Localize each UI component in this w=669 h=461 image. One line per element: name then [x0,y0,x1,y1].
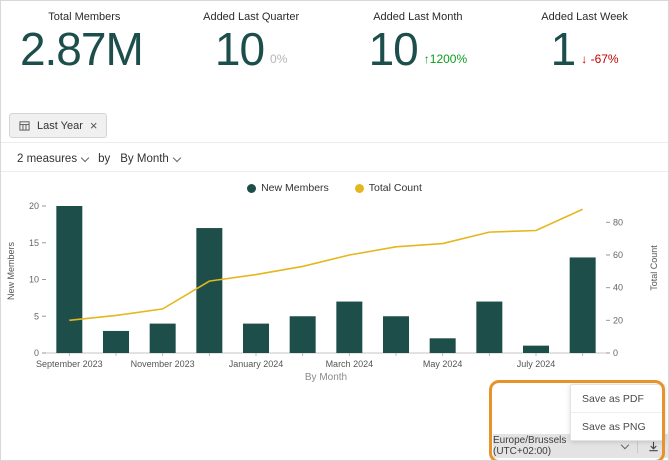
legend-item-total-count[interactable]: Total Count [355,182,422,194]
legend-label: New Members [261,182,329,194]
svg-text:5: 5 [34,311,39,321]
kpi-label: Added Last Week [541,11,628,23]
svg-text:May 2024: May 2024 [423,359,463,369]
chevron-down-icon [621,440,629,448]
legend-dot [355,184,364,193]
bar[interactable] [243,324,269,353]
by-label: by [98,153,110,165]
kpi-change: ↓ -67% [581,52,618,66]
svg-text:0: 0 [613,348,618,358]
bar[interactable] [523,346,549,353]
bar[interactable] [430,338,456,353]
svg-text:November 2023: November 2023 [131,359,195,369]
bar[interactable] [570,257,596,353]
measures-dropdown[interactable]: 2 measures [17,153,88,165]
chevron-down-icon [173,153,181,161]
dashboard: Total Members 2.87M Added Last Quarter 1… [0,0,669,461]
kpi-label: Total Members [48,11,120,23]
kpi-value: 10 [215,23,264,76]
kpi-added-last-quarter: Added Last Quarter 10 0% [168,1,335,105]
svg-text:80: 80 [613,217,623,227]
kpi-change: ↑1200% [424,52,467,66]
bar[interactable] [56,206,82,353]
combo-chart[interactable]: 0 5 10 15 20 0 20 40 60 80 September 2023 November … [1,198,669,393]
legend-item-new-members[interactable]: New Members [247,182,329,194]
kpi-added-last-month: Added Last Month 10 ↑1200% [335,1,502,105]
filter-chip-last-year[interactable]: Last Year × [9,113,107,138]
divider [637,439,638,453]
svg-text:40: 40 [613,283,623,293]
export-menu: Save as PDF Save as PNG [570,384,665,441]
kpi-total-members: Total Members 2.87M [1,1,168,105]
kpi-added-last-week: Added Last Week 1 ↓ -67% [501,1,668,105]
kpi-label: Added Last Quarter [203,11,299,23]
menu-item-save-as-pdf[interactable]: Save as PDF [571,385,664,412]
divider [1,171,668,172]
kpi-row: Total Members 2.87M Added Last Quarter 1… [1,1,668,105]
bar[interactable] [150,324,176,353]
svg-text:January 2024: January 2024 [229,359,284,369]
legend-dot [247,184,256,193]
kpi-value: 1 [551,23,576,76]
close-icon[interactable]: × [90,119,98,132]
bar[interactable] [290,316,316,353]
svg-text:60: 60 [613,250,623,260]
svg-text:September 2023: September 2023 [36,359,103,369]
download-button[interactable] [647,440,660,453]
svg-text:10: 10 [29,275,39,285]
svg-text:March 2024: March 2024 [326,359,374,369]
divider [1,142,668,143]
svg-text:15: 15 [29,238,39,248]
menu-item-save-as-png[interactable]: Save as PNG [571,412,664,440]
dimension-label: By Month [120,153,169,165]
svg-text:20: 20 [29,201,39,211]
kpi-value: 10 [369,23,418,76]
bar[interactable] [103,331,129,353]
chart-legend: New Members Total Count [1,182,668,194]
dimension-dropdown[interactable]: By Month [120,153,180,165]
kpi-change: 0% [270,52,287,66]
kpi-value: 2.87M [20,23,143,76]
line-series[interactable] [69,209,582,320]
svg-text:20: 20 [613,315,623,325]
calendar-icon [19,120,30,131]
bar[interactable] [383,316,409,353]
download-icon [647,440,660,453]
bar[interactable] [336,302,362,353]
filter-chip-label: Last Year [37,120,83,132]
kpi-label: Added Last Month [373,11,462,23]
bar[interactable] [476,302,502,353]
chevron-down-icon [81,153,89,161]
chart-controls: 2 measures by By Month [17,148,180,170]
svg-text:0: 0 [34,348,39,358]
measures-label: 2 measures [17,153,77,165]
bar[interactable] [196,228,222,353]
svg-text:July 2024: July 2024 [517,359,556,369]
legend-label: Total Count [369,182,422,194]
